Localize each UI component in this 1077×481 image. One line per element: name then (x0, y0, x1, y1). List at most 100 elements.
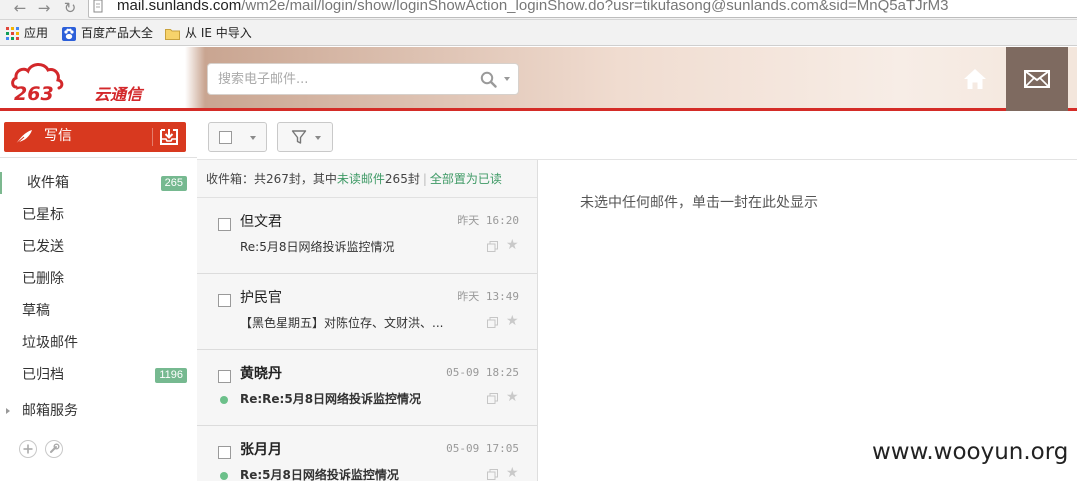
sidebar-item-archived[interactable]: 已归档 1196 (0, 359, 197, 391)
mail-sender: 护民官 (240, 290, 282, 306)
sidebar-item-label: 收件箱 (27, 175, 69, 191)
filter-button[interactable] (277, 122, 333, 152)
mail-row[interactable]: 护民官 昨天 13:49 【黑色星期五】对陈位存、文财洪、... ★ (197, 275, 537, 350)
reading-pane: 未选中任何邮件，单击一封在此处显示 (538, 160, 1077, 481)
reload-icon[interactable]: ↻ (60, 0, 80, 18)
sidebar-item-label: 已归档 (22, 367, 64, 383)
empty-reading-hint: 未选中任何邮件，单击一封在此处显示 (580, 195, 818, 211)
bookmark-label: 百度产品大全 (81, 26, 154, 40)
star-icon[interactable]: ★ (506, 238, 519, 252)
mail-sender: 但文君 (240, 214, 282, 230)
folder-icon (165, 28, 180, 40)
compose-label: 写信 (44, 128, 72, 144)
home-button[interactable] (944, 47, 1006, 111)
sidebar-item-drafts[interactable]: 草稿 (0, 295, 197, 327)
select-dropdown-button[interactable] (208, 122, 267, 152)
sidebar-item-mail-services[interactable]: 邮箱服务 (0, 395, 197, 427)
feather-pen-icon (15, 130, 32, 145)
star-icon[interactable]: ★ (506, 314, 519, 328)
sidebar-item-label: 邮箱服务 (22, 403, 78, 419)
archived-count-badge: 1196 (155, 368, 187, 383)
263-logo[interactable]: 263 云通信 (10, 57, 160, 101)
baidu-paw-icon (62, 26, 76, 41)
sidebar-item-label: 已星标 (22, 207, 64, 223)
app-header: 263 云通信 (0, 47, 1077, 111)
mail-subject: Re:5月8日网络投诉监控情况 (240, 468, 399, 481)
svg-text:云通信: 云通信 (94, 85, 145, 101)
chevron-down-icon (250, 136, 256, 140)
folder-settings-button[interactable] (45, 440, 63, 458)
unread-mail-link[interactable]: 未读邮件 (337, 172, 385, 186)
mail-subject: Re:Re:5月8日网络投诉监控情况 (240, 392, 422, 406)
unread-dot-icon[interactable] (220, 472, 228, 480)
sidebar-item-inbox[interactable]: 收件箱 265 (0, 167, 197, 199)
mail-row[interactable]: 黄晓丹 05-09 18:25 Re:Re:5月8日网络投诉监控情况 ★ (197, 351, 537, 426)
sidebar-item-label: 已发送 (22, 239, 64, 255)
url-path: /wm2e/mail/login/show/loginShowAction_lo… (241, 0, 949, 14)
mail-sender: 张月月 (240, 442, 282, 458)
mail-checkbox[interactable] (218, 294, 231, 307)
mail-button[interactable] (1006, 47, 1068, 111)
add-folder-button[interactable] (19, 440, 37, 458)
copy-icon[interactable] (487, 469, 498, 480)
mail-row[interactable]: 张月月 05-09 17:05 Re:5月8日网络投诉监控情况 ★ (197, 427, 537, 481)
sidebar-item-label: 垃圾邮件 (22, 335, 78, 351)
watermark-text: www.wooyun.org (872, 439, 1069, 465)
url-input[interactable]: mail.sunlands.com/wm2e/mail/login/show/l… (88, 0, 1077, 18)
compose-divider (152, 128, 153, 146)
plus-icon (23, 444, 33, 454)
bookmark-label: 应用 (24, 26, 49, 40)
sidebar-item-label: 已删除 (22, 271, 64, 287)
mail-row[interactable]: 但文君 昨天 16:20 Re:5月8日网络投诉监控情况 ★ (197, 199, 537, 274)
copy-icon[interactable] (487, 393, 498, 404)
mail-time: 昨天 13:49 (457, 290, 519, 303)
mark-all-read-link[interactable]: 全部置为已读 (430, 172, 502, 186)
sidebar-item-spam[interactable]: 垃圾邮件 (0, 327, 197, 359)
back-icon[interactable]: ← (10, 0, 30, 18)
search-box[interactable] (207, 63, 519, 95)
inbox-summary: 收件箱：共267封，其中未读邮件265封 | 全部置为已读 (197, 160, 537, 198)
svg-text:263: 263 (14, 83, 54, 101)
select-all-checkbox[interactable] (219, 131, 232, 144)
sidebar-item-sent[interactable]: 已发送 (0, 231, 197, 263)
apps-grid-icon (6, 27, 19, 40)
mail-checkbox[interactable] (218, 446, 231, 459)
filter-funnel-icon (291, 130, 307, 144)
bookmark-label: 从 IE 中导入 (185, 26, 252, 40)
mail-checkbox[interactable] (218, 218, 231, 231)
inbox-download-icon[interactable] (159, 128, 179, 146)
list-toolbar (197, 114, 1077, 160)
chevron-down-icon (315, 136, 321, 140)
mail-sender: 黄晓丹 (240, 366, 282, 382)
star-icon[interactable]: ★ (506, 390, 519, 404)
wrench-icon (50, 443, 60, 453)
bookmark-baidu[interactable]: 百度产品大全 (62, 25, 153, 41)
home-icon (964, 69, 986, 89)
unread-count-badge: 265 (160, 176, 187, 191)
sidebar: 写信 收件箱 265 已星标 已发送 已删除 草稿 垃圾邮件 已归档 1196 … (0, 114, 197, 481)
expand-arrow-icon[interactable] (6, 408, 10, 414)
search-icon[interactable] (480, 71, 497, 88)
bookmark-ie-import[interactable]: 从 IE 中导入 (165, 25, 252, 41)
bookmarks-bar: 应用 百度产品大全 从 IE 中导入 (0, 20, 1077, 46)
url-host: mail.sunlands.com (117, 0, 242, 14)
sidebar-item-deleted[interactable]: 已删除 (0, 263, 197, 295)
copy-icon[interactable] (487, 241, 498, 252)
mail-subject: Re:5月8日网络投诉监控情况 (240, 240, 395, 254)
unread-dot-icon[interactable] (220, 396, 228, 404)
mail-subject: 【黑色星期五】对陈位存、文财洪、... (240, 316, 444, 330)
page-icon (93, 0, 103, 13)
bookmark-apps[interactable]: 应用 (6, 25, 48, 41)
summary-divider: | (422, 172, 427, 186)
mail-list: 收件箱：共267封，其中未读邮件265封 | 全部置为已读 但文君 昨天 16:20… (197, 160, 538, 481)
forward-icon[interactable]: → (34, 0, 54, 18)
envelope-icon (1024, 70, 1050, 88)
search-input[interactable] (218, 70, 468, 88)
search-options-caret[interactable] (504, 77, 510, 81)
sidebar-item-starred[interactable]: 已星标 (0, 199, 197, 231)
mail-checkbox[interactable] (218, 370, 231, 383)
compose-button[interactable]: 写信 (4, 122, 186, 152)
star-icon[interactable]: ★ (506, 466, 519, 480)
copy-icon[interactable] (487, 317, 498, 328)
mail-time: 昨天 16:20 (457, 214, 519, 227)
